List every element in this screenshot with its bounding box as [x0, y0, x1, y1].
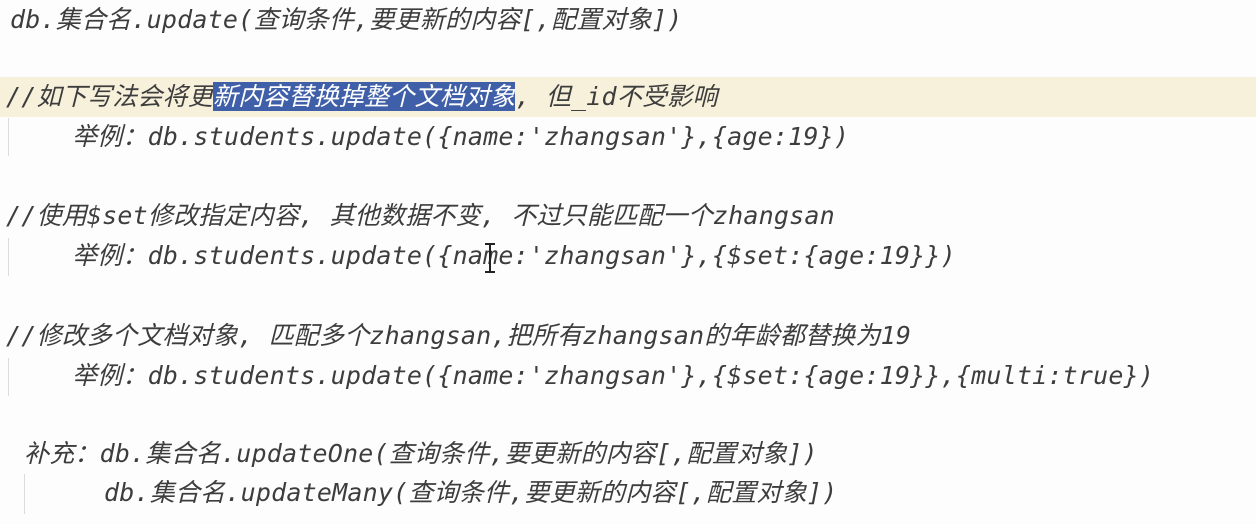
indent-guide: [24, 474, 25, 514]
example-replace-text: 举例：db.students.update({name:'zhangsan'},…: [72, 122, 850, 151]
code-line-supplement-one[interactable]: 补充：db.集合名.updateOne(查询条件,要更新的内容[,配置对象]): [24, 434, 1256, 474]
code-line-update-syntax[interactable]: db.集合名.update(查询条件,要更新的内容[,配置对象]): [10, 0, 1256, 40]
update-syntax-text: db.集合名.update(查询条件,要更新的内容[,配置对象]): [10, 5, 683, 34]
example-set-text-tail: {name:'zhangsan'},{$set:{age:19}}): [437, 241, 956, 270]
indent-guide: [8, 238, 9, 276]
code-line-comment-multi[interactable]: //修改多个文档对象, 匹配多个zhangsan,把所有zhangsan的年龄都…: [6, 316, 1256, 356]
code-line-supplement-many[interactable]: db.集合名.updateMany(查询条件,要更新的内容[,配置对象]): [104, 473, 1256, 513]
comment-set-text: //使用$set修改指定内容, 其他数据不变, 不过只能匹配一个zhangsan: [6, 201, 835, 230]
comment-multi-text: //修改多个文档对象, 匹配多个zhangsan,把所有zhangsan的年龄都…: [6, 321, 912, 350]
code-line-example-multi[interactable]: 举例：db.students.update({name:'zhangsan'},…: [72, 356, 1256, 396]
indent-guide: [8, 118, 9, 156]
indent-guide: [8, 358, 9, 396]
selected-text[interactable]: 新内容替换掉整个文档对象: [212, 82, 516, 111]
code-line-example-replace[interactable]: 举例：db.students.update({name:'zhangsan'},…: [72, 117, 1256, 157]
code-line-example-set[interactable]: 举例：db.students.update({name:'zhangsan'},…: [72, 236, 1256, 276]
text-cursor-icon: [485, 243, 495, 273]
example-multi-text: 举例：db.students.update({name:'zhangsan'},…: [72, 361, 1155, 390]
example-set-text: 举例：db.students.update(: [72, 241, 438, 270]
supplement-many-text: db.集合名.updateMany(查询条件,要更新的内容[,配置对象]): [104, 478, 838, 507]
code-line-comment-set[interactable]: //使用$set修改指定内容, 其他数据不变, 不过只能匹配一个zhangsan: [6, 196, 1256, 236]
supplement-one-text: 补充：db.集合名.updateOne(查询条件,要更新的内容[,配置对象]): [24, 439, 818, 468]
code-editor[interactable]: db.集合名.update(查询条件,要更新的内容[,配置对象]) //如下写法…: [0, 0, 1256, 524]
code-line-comment-replace[interactable]: //如下写法会将更新内容替换掉整个文档对象, 但_id不受影响: [0, 77, 1256, 117]
comment-replace-text: //如下写法会将更: [6, 82, 213, 111]
comment-replace-text-tail: , 但_id不受影响: [515, 82, 718, 111]
